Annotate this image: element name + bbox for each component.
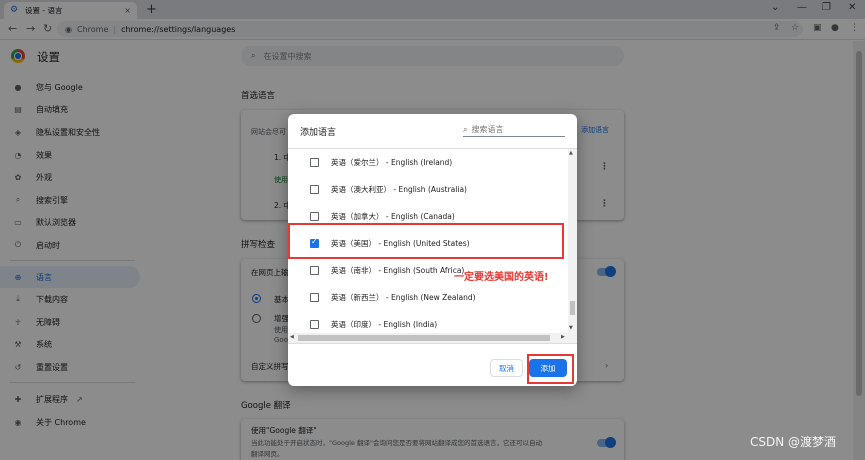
list-hscroll-thumb[interactable] — [298, 335, 550, 341]
search-icon: ⌕ — [463, 124, 468, 134]
language-label: 英语（澳大利亚） - English (Australia) — [331, 185, 467, 194]
dialog-search-field[interactable]: ⌕ — [463, 123, 565, 137]
language-label: 英语（新西兰） - English (New Zealand) — [331, 293, 476, 302]
language-label: 英语（印度） - English (India) — [331, 320, 438, 329]
language-label: 英语（爱尔兰） - English (Ireland) — [331, 158, 453, 167]
language-checkbox[interactable] — [310, 158, 319, 167]
language-checkbox[interactable] — [310, 185, 319, 194]
annotation-note: 一定要选美国的英语! — [454, 272, 549, 283]
scroll-left-arrow-icon[interactable]: ◀ — [290, 334, 294, 340]
language-checkbox[interactable] — [310, 266, 319, 275]
language-checkbox[interactable] — [310, 212, 319, 221]
language-search-input[interactable] — [471, 125, 552, 134]
language-checkbox[interactable] — [310, 320, 319, 329]
list-vertical-scrollbar[interactable]: ▲ ▼ — [568, 149, 577, 333]
list-item[interactable]: 英语（新西兰） - English (New Zealand) — [288, 284, 568, 311]
list-item[interactable]: 英语（爱尔兰） - English (Ireland) — [288, 149, 568, 176]
scroll-up-arrow-icon[interactable]: ▲ — [569, 150, 573, 156]
list-horizontal-scrollbar[interactable]: ◀ ▶ — [288, 333, 577, 343]
cancel-button[interactable]: 取消 — [490, 359, 523, 377]
scroll-right-arrow-icon[interactable]: ▶ — [561, 334, 565, 340]
list-item[interactable]: 英语（澳大利亚） - English (Australia) — [288, 176, 568, 203]
language-label: 英语（加拿大） - English (Canada) — [331, 212, 455, 221]
list-scrollbar-thumb[interactable] — [570, 301, 575, 315]
language-checkbox[interactable] — [310, 293, 319, 302]
language-label: 英语（南非） - English (South Africa) — [331, 266, 465, 275]
highlight-box-us-english — [288, 223, 564, 259]
dialog-title: 添加语言 — [300, 128, 337, 138]
watermark: CSDN @渡梦酒 — [750, 435, 837, 449]
highlight-box-add-button — [527, 354, 574, 384]
scroll-down-arrow-icon[interactable]: ▼ — [569, 325, 573, 331]
